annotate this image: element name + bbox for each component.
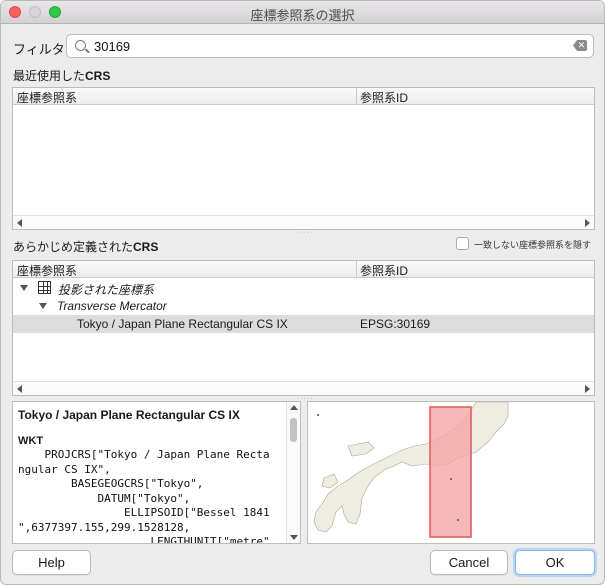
scroll-left-icon[interactable]: [17, 219, 22, 227]
predefined-crs-heading-prefix: あらかじめ定義された: [13, 240, 134, 254]
column-separator: [356, 88, 357, 105]
recent-crs-heading-bold: CRS: [85, 69, 111, 83]
details-vscrollbar[interactable]: [286, 402, 300, 543]
tree-group-label: 投影された座標系: [58, 283, 155, 297]
island-dot: [457, 519, 459, 521]
japan-mainland-shape: [313, 402, 509, 533]
recent-crs-heading: 最近使用したCRS: [13, 67, 110, 84]
extent-map-panel: [307, 401, 595, 544]
scroll-down-icon[interactable]: [290, 535, 298, 540]
filter-input[interactable]: [94, 37, 564, 55]
predefined-crs-hscrollbar[interactable]: [13, 381, 594, 395]
tree-subgroup-label: Transverse Mercator: [57, 299, 167, 313]
recent-crs-hscrollbar[interactable]: [13, 215, 594, 229]
scroll-up-icon[interactable]: [290, 405, 298, 410]
column-header-crs-id[interactable]: 参照系ID: [360, 89, 408, 106]
column-separator: [356, 261, 357, 278]
splitter-handle[interactable]: ·····: [297, 229, 313, 236]
crs-details-name: Tokyo / Japan Plane Rectangular CS IX: [18, 408, 240, 422]
clear-icon[interactable]: ✕: [573, 40, 587, 51]
crs-extent-rect: [429, 406, 472, 538]
predefined-crs-tree-header: 座標参照系 参照系ID: [13, 261, 594, 278]
predefined-crs-tree[interactable]: 座標参照系 参照系ID 投影された座標系 Transverse Mercator…: [12, 260, 595, 396]
column-header-crs-id[interactable]: 参照系ID: [360, 262, 408, 279]
crs-details-panel[interactable]: Tokyo / Japan Plane Rectangular CS IX WK…: [12, 401, 301, 544]
expand-arrow-icon[interactable]: [39, 303, 47, 309]
column-header-crs[interactable]: 座標参照系: [17, 89, 77, 106]
search-icon: [75, 40, 86, 51]
projected-grid-icon: [38, 281, 51, 294]
wkt-label: WKT: [18, 435, 44, 447]
tree-item-selected-crs[interactable]: Tokyo / Japan Plane Rectangular CS IX EP…: [13, 315, 594, 333]
ok-button[interactable]: OK: [515, 550, 595, 575]
tree-subgroup-transverse-mercator[interactable]: Transverse Mercator: [13, 297, 594, 315]
title-bar: 座標参照系の選択: [1, 1, 604, 24]
extent-map: [313, 402, 509, 538]
hide-unmatched-checkbox[interactable]: [456, 237, 469, 250]
crs-name-cell: Tokyo / Japan Plane Rectangular CS IX: [77, 317, 288, 331]
recent-crs-table[interactable]: 座標参照系 参照系ID: [12, 87, 595, 230]
scroll-thumb[interactable]: [290, 418, 297, 442]
land-shapes: [313, 402, 509, 533]
tree-group-projected[interactable]: 投影された座標系: [13, 279, 594, 297]
crs-selection-dialog: 座標参照系の選択 フィルタ ✕ 最近使用したCRS 座標参照系 参照系ID ··…: [0, 0, 605, 585]
island-shape-1: [347, 441, 375, 457]
recent-crs-table-header: 座標参照系 参照系ID: [13, 88, 594, 105]
filter-label: フィルタ: [13, 42, 65, 57]
hide-unmatched-label[interactable]: 一致しない座標参照系を隠す: [474, 238, 591, 251]
scroll-right-icon[interactable]: [585, 385, 590, 393]
predefined-crs-heading: あらかじめ定義されたCRS: [13, 238, 158, 255]
wkt-text: PROJCRS["Tokyo / Japan Plane Recta ngula…: [18, 448, 270, 544]
predefined-crs-heading-bold: CRS: [133, 240, 159, 254]
scroll-right-icon[interactable]: [585, 219, 590, 227]
island-shape-2: [321, 473, 339, 489]
scroll-left-icon[interactable]: [17, 385, 22, 393]
island-dot: [450, 478, 452, 480]
window-title: 座標参照系の選択: [250, 8, 355, 23]
expand-arrow-icon[interactable]: [20, 285, 28, 291]
column-header-crs[interactable]: 座標参照系: [17, 262, 77, 279]
cancel-button[interactable]: Cancel: [430, 550, 508, 575]
filter-box[interactable]: ✕: [66, 34, 594, 58]
crs-id-cell: EPSG:30169: [360, 317, 431, 331]
island-dot: [317, 414, 319, 416]
splitter-handle[interactable]: ·····: [297, 395, 313, 402]
help-button[interactable]: Help: [12, 550, 91, 575]
recent-crs-heading-prefix: 最近使用した: [13, 69, 86, 83]
